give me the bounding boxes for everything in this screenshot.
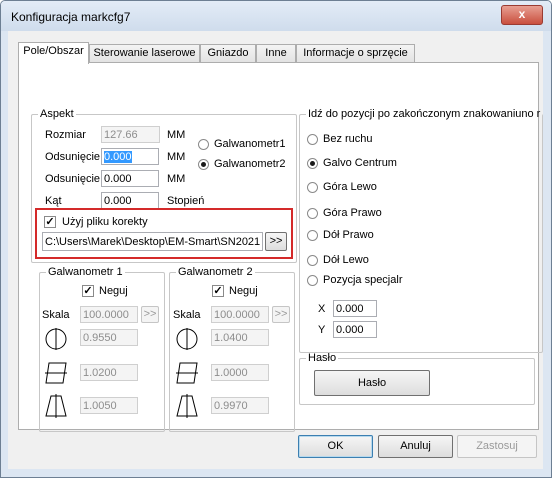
- odsuniecie-x-unit: MM: [167, 151, 186, 163]
- close-button[interactable]: x: [501, 5, 543, 25]
- galwanometr1-value2-field[interactable]: 1.0200: [80, 364, 138, 381]
- goto-option-galvo-centrum-radio[interactable]: [307, 158, 318, 169]
- use-correction-label: Użyj pliku korekty: [62, 216, 148, 228]
- odsuniecie-x-label: Odsunięcie: [45, 151, 100, 163]
- galwanometr2-value2-field[interactable]: 1.0000: [211, 364, 269, 381]
- galwanometr1-label: Galwanometr1: [214, 138, 286, 150]
- odsuniecie-y-unit: MM: [167, 173, 186, 185]
- tab-label: Sterowanie laserowe: [93, 47, 196, 59]
- tab-gniazdo[interactable]: Gniazdo: [200, 44, 256, 63]
- check-icon: ✓: [83, 285, 93, 297]
- goto-y-label: Y: [318, 324, 326, 336]
- goto-position-title: Idź do pozycji po zakończonym znakowaniu…: [308, 108, 541, 120]
- tab-panel-pole-obszar: Aspekt Rozmiar 127.66 MM Odsunięcie 0.00…: [18, 62, 544, 432]
- goto-y-field[interactable]: 0.000: [333, 321, 377, 338]
- haslo-group-title: Hasło: [308, 352, 337, 364]
- galwanometr1-skala-button[interactable]: >>: [141, 306, 159, 323]
- goto-option-pozycja-specjalna-radio[interactable]: [307, 275, 318, 286]
- aspekt-group-title: Aspekt: [40, 108, 74, 120]
- galwanometr2-neguj-checkbox[interactable]: ✓: [212, 285, 224, 297]
- galwanometr2-skala-field[interactable]: 100.0000: [211, 306, 269, 323]
- title-bar[interactable]: Konfiguracja markcfg7 x: [1, 1, 551, 31]
- galwanometr1-value1-field[interactable]: 0.9550: [80, 329, 138, 346]
- galwanometr2-value1-field[interactable]: 1.0400: [211, 329, 269, 346]
- goto-option-pozycja-specjalna-label: Pozycja specjalr: [323, 274, 403, 286]
- galwanometr2-value3-field[interactable]: 0.9970: [211, 397, 269, 414]
- tab-pole-obszar[interactable]: Pole/Obszar: [18, 42, 89, 64]
- galwanometr2-label: Galwanometr2: [214, 158, 286, 170]
- rozmiar-unit: MM: [167, 129, 186, 141]
- galwanometr2-skala-label: Skala: [173, 309, 201, 321]
- goto-option-dol-lewo-label: Dół Lewo: [323, 254, 369, 266]
- parallelogram-distortion-icon: [45, 362, 67, 384]
- rozmiar-label: Rozmiar: [45, 129, 86, 141]
- goto-option-bez-ruchu-label: Bez ruchu: [323, 133, 373, 145]
- galwanometr2-group-title: Galwanometr 2: [178, 266, 253, 278]
- goto-option-gora-lewo-radio[interactable]: [307, 182, 318, 193]
- close-icon: x: [518, 7, 526, 21]
- ok-button[interactable]: OK: [298, 435, 373, 458]
- tab-inne[interactable]: Inne: [256, 44, 296, 63]
- tab-label: Informacje o sprzęcie: [303, 47, 408, 59]
- odsuniecie-x-field[interactable]: 0.000: [101, 148, 159, 165]
- odsuniecie-y-label: Odsunięcie: [45, 173, 100, 185]
- goto-option-gora-lewo-label: Góra Lewo: [323, 181, 377, 193]
- ellipse-distortion-icon: [45, 328, 67, 350]
- goto-option-gora-prawo-radio[interactable]: [307, 208, 318, 219]
- kat-label: Kąt: [45, 195, 62, 207]
- cancel-button[interactable]: Anuluj: [378, 435, 453, 458]
- dialog-client-area: Pole/Obszar Sterowanie laserowe Gniazdo …: [8, 31, 544, 469]
- tab-informacje-o-sprzecie[interactable]: Informacje o sprzęcie: [296, 44, 415, 63]
- goto-x-field[interactable]: 0.000: [333, 300, 377, 317]
- galwanometr1-skala-field[interactable]: 100.0000: [80, 306, 138, 323]
- galwanometr1-skala-label: Skala: [42, 309, 70, 321]
- kat-unit: Stopień: [167, 195, 205, 207]
- odsuniecie-y-field[interactable]: 0.000: [101, 170, 159, 187]
- galwanometr1-group-title: Galwanometr 1: [48, 266, 123, 278]
- haslo-button[interactable]: Hasło: [314, 370, 430, 396]
- galwanometr1-radio[interactable]: [198, 139, 209, 150]
- odsuniecie-x-value: 0.000: [104, 151, 132, 163]
- tab-sterowanie-laserowe[interactable]: Sterowanie laserowe: [89, 44, 200, 63]
- tab-label: Pole/Obszar: [23, 45, 84, 57]
- trapezoid-distortion-icon: [176, 394, 198, 418]
- use-correction-checkbox[interactable]: ✓: [44, 216, 56, 228]
- galwanometr2-radio[interactable]: [198, 159, 209, 170]
- apply-button[interactable]: Zastosuj: [457, 435, 537, 458]
- check-icon: ✓: [213, 285, 223, 297]
- goto-option-dol-prawo-label: Dół Prawo: [323, 229, 374, 241]
- goto-x-label: X: [318, 303, 326, 315]
- correction-path-field[interactable]: C:\Users\Marek\Desktop\EM-Smart\SN2021: [42, 232, 263, 251]
- window-title: Konfiguracja markcfg7: [11, 10, 131, 24]
- kat-field[interactable]: 0.000: [101, 192, 159, 209]
- rozmiar-field[interactable]: 127.66: [101, 126, 160, 143]
- browse-correction-button[interactable]: >>: [265, 232, 287, 251]
- galwanometr1-value3-field[interactable]: 1.0050: [80, 397, 138, 414]
- tab-label: Gniazdo: [207, 47, 249, 59]
- ellipse-distortion-icon: [176, 328, 198, 350]
- goto-option-bez-ruchu-radio[interactable]: [307, 134, 318, 145]
- check-icon: ✓: [45, 216, 55, 228]
- dialog-window: Konfiguracja markcfg7 x Pole/Obszar Ster…: [0, 0, 552, 478]
- goto-option-dol-prawo-radio[interactable]: [307, 230, 318, 241]
- galwanometr2-skala-button[interactable]: >>: [272, 306, 290, 323]
- goto-option-dol-lewo-radio[interactable]: [307, 255, 318, 266]
- tab-label: Inne: [265, 47, 287, 59]
- goto-option-gora-prawo-label: Góra Prawo: [323, 207, 382, 219]
- parallelogram-distortion-icon: [176, 362, 198, 384]
- galwanometr1-neguj-checkbox[interactable]: ✓: [82, 285, 94, 297]
- galwanometr2-neguj-label: Neguj: [229, 285, 258, 297]
- goto-option-galvo-centrum-label: Galvo Centrum: [323, 157, 397, 169]
- trapezoid-distortion-icon: [45, 394, 67, 418]
- galwanometr1-neguj-label: Neguj: [99, 285, 128, 297]
